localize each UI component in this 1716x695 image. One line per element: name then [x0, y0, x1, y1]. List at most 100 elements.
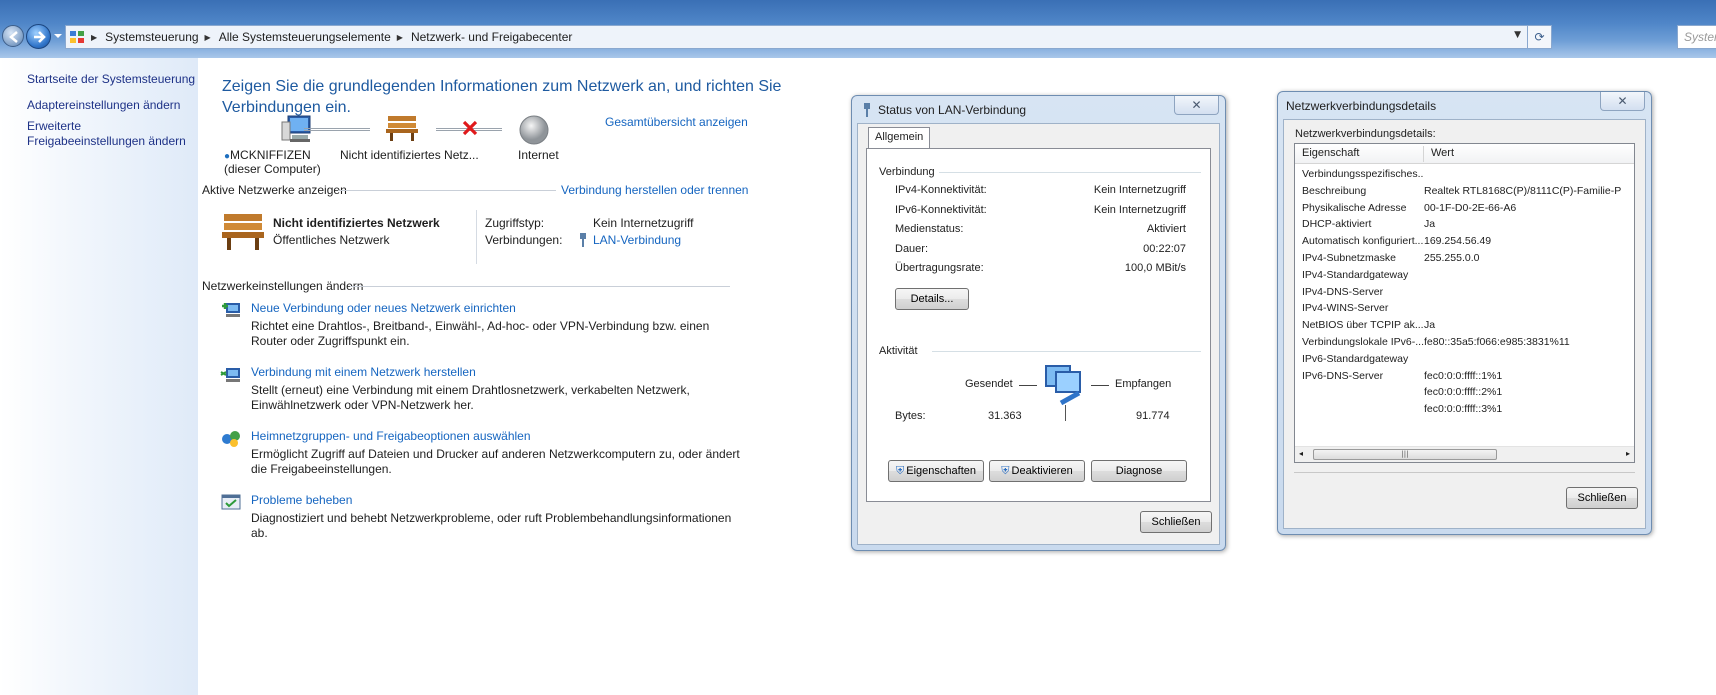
close-dialog-button[interactable]: Schließen: [1140, 511, 1212, 533]
horizontal-scrollbar[interactable]: ◂ ||| ▸: [1295, 446, 1634, 462]
details-button[interactable]: Details...: [895, 288, 969, 310]
list-item[interactable]: IPv4-DNS-Server: [1302, 286, 1424, 302]
arrow-right-icon: [34, 31, 46, 43]
divider: [350, 286, 730, 287]
property-name: Verbindungsspezifisches...: [1302, 168, 1424, 180]
sidebar-item-home[interactable]: Startseite der Systemsteuerung: [27, 72, 195, 87]
list-item[interactable]: fec0:0:0:ffff::2%1: [1302, 386, 1502, 402]
list-item[interactable]: IPv4-WINS-Server: [1302, 302, 1424, 318]
list-item[interactable]: fec0:0:0:ffff::3%1: [1302, 403, 1502, 419]
property-name: Automatisch konfiguriert...: [1302, 235, 1424, 248]
list-item[interactable]: IPv6-Standardgateway: [1302, 353, 1424, 369]
divider: [338, 190, 556, 191]
sidebar-item-sharing-settings[interactable]: Erweiterte Freigabeeinstellungen ändern: [27, 119, 197, 149]
tab-panel: Verbindung IPv4-Konnektivität: Kein Inte…: [866, 148, 1211, 502]
list-item[interactable]: DHCP-aktiviert Ja: [1302, 218, 1435, 234]
divider: [1091, 385, 1109, 386]
close-dialog-button[interactable]: Schließen: [1566, 487, 1638, 509]
bench-icon[interactable]: [384, 114, 420, 142]
breadcrumb[interactable]: ▶ Systemsteuerung ▶ Alle Systemsteuerung…: [65, 25, 1552, 49]
row-value: Kein Internetzugriff: [1093, 204, 1186, 216]
task-new-connection[interactable]: Neue Verbindung oder neues Netzwerk einr…: [251, 301, 516, 315]
list-item[interactable]: NetBIOS über TCPIP ak...Ja: [1302, 319, 1435, 335]
network-type-link[interactable]: Öffentliches Netzwerk: [273, 233, 390, 247]
close-button[interactable]: ✕: [1174, 96, 1219, 115]
connect-disconnect-link[interactable]: Verbindung herstellen oder trennen: [561, 183, 748, 197]
row-label: IPv6-Konnektivität:: [895, 204, 987, 216]
chevron-right-icon[interactable]: ▶: [397, 33, 403, 42]
connect-network-icon: [220, 368, 240, 382]
task-troubleshoot[interactable]: Probleme beheben: [251, 493, 352, 507]
property-name: IPv6-DNS-Server: [1302, 369, 1384, 382]
list-item[interactable]: Verbindungsspezifisches...: [1302, 168, 1424, 184]
diagnose-button[interactable]: Diagnose: [1091, 460, 1187, 482]
scroll-left-icon[interactable]: ◂: [1299, 449, 1303, 458]
task-connect-network[interactable]: Verbindung mit einem Netzwerk herstellen: [251, 365, 476, 379]
row-value: Kein Internetzugriff: [1093, 184, 1186, 196]
property-name: DHCP-aktiviert: [1302, 218, 1372, 231]
connection-details-dialog: Netzwerkverbindungsdetails ✕ Netzwerkver…: [1277, 91, 1652, 535]
shield-icon: ⛨: [896, 464, 905, 477]
divider: [939, 172, 1201, 173]
divider: [1065, 405, 1066, 421]
disable-button[interactable]: ⛨ Deaktivieren: [989, 460, 1085, 482]
list-item[interactable]: Physikalische Adresse 00-1F-D0-2E-66-A6: [1302, 202, 1516, 218]
column-divider[interactable]: [1423, 146, 1424, 162]
breadcrumb-item[interactable]: Systemsteuerung: [105, 30, 198, 44]
list-item[interactable]: Automatisch konfiguriert...169.254.56.49: [1302, 235, 1491, 251]
scrollbar-thumb[interactable]: |||: [1313, 449, 1497, 460]
lan-connection-link[interactable]: LAN-Verbindung: [593, 233, 681, 247]
search-input[interactable]: Systemsteuerung durchsuchen: [1677, 25, 1716, 49]
sidebar: Startseite der Systemsteuerung Adapterei…: [0, 58, 198, 695]
homegroup-icon: [222, 431, 240, 447]
property-value: 255.255.0.0: [1424, 252, 1480, 264]
breadcrumb-item[interactable]: Netzwerk- und Freigabecenter: [411, 30, 572, 44]
connection-line: [304, 128, 370, 131]
full-map-link[interactable]: Gesamtübersicht anzeigen: [605, 115, 748, 129]
column-header-property[interactable]: Eigenschaft: [1302, 147, 1359, 159]
property-value: fec0:0:0:ffff::1%1: [1424, 369, 1503, 382]
refresh-icon: ⟳: [1534, 30, 1545, 44]
column-header-value[interactable]: Wert: [1431, 147, 1454, 159]
details-list[interactable]: Eigenschaft Wert Verbindungsspezifisches…: [1294, 143, 1635, 463]
sidebar-item-adapter-settings[interactable]: Adaptereinstellungen ändern: [27, 98, 180, 113]
scroll-right-icon[interactable]: ▸: [1626, 449, 1630, 458]
dialog-body: Netzwerkverbindungsdetails: Eigenschaft …: [1283, 119, 1646, 529]
globe-icon[interactable]: [518, 114, 550, 146]
lan-status-dialog: Status von LAN-Verbindung ✕ Allgemein Ve…: [851, 95, 1226, 551]
list-item[interactable]: Beschreibung Realtek RTL8168C(P)/8111C(P)…: [1302, 185, 1621, 201]
close-icon: ✕: [1617, 94, 1628, 108]
bytes-label: Bytes:: [895, 410, 926, 422]
list-item[interactable]: IPv6-DNS-Server fec0:0:0:ffff::1%1: [1302, 370, 1502, 386]
shield-icon: ⛨: [1001, 464, 1010, 477]
divider: [1019, 385, 1037, 386]
task-homegroup[interactable]: Heimnetzgruppen- und Freigabeoptionen au…: [251, 429, 531, 443]
property-value: Ja: [1424, 319, 1436, 332]
list-item[interactable]: IPv4-Standardgateway: [1302, 269, 1424, 285]
property-value: fe80::35a5:f066:e985:3831%11: [1424, 336, 1570, 348]
chevron-right-icon[interactable]: ▶: [205, 33, 211, 42]
close-icon: ✕: [1191, 98, 1202, 112]
properties-button[interactable]: ⛨ Eigenschaften: [888, 460, 984, 482]
row-label: Übertragungsrate:: [895, 262, 984, 274]
recent-pages-dropdown[interactable]: [54, 32, 62, 40]
chevron-right-icon[interactable]: ▶: [91, 33, 97, 42]
divider: [1294, 472, 1635, 473]
list-item[interactable]: IPv4-Subnetzmaske 255.255.0.0: [1302, 252, 1479, 268]
breadcrumb-item[interactable]: Alle Systemsteuerungselemente: [219, 30, 391, 44]
back-button[interactable]: [2, 25, 24, 47]
new-connection-icon: [222, 303, 240, 317]
property-value: fec0:0:0:ffff::2%1: [1424, 386, 1503, 399]
details-caption: Netzwerkverbindungsdetails:: [1295, 128, 1436, 140]
tab-general[interactable]: Allgemein: [868, 127, 931, 149]
forward-button[interactable]: [26, 24, 51, 49]
list-item[interactable]: Verbindungslokale IPv6-...fe80::35a5:f06…: [1302, 336, 1570, 352]
property-name: IPv4-Subnetzmaske: [1302, 252, 1396, 264]
close-button[interactable]: ✕: [1600, 92, 1645, 111]
chevron-down-icon[interactable]: ▼: [1514, 30, 1521, 40]
task-desc: Diagnostiziert und behebt Netzwerkproble…: [251, 511, 732, 540]
bench-icon[interactable]: [220, 212, 266, 252]
section-title: Netzwerkeinstellungen ändern: [202, 279, 364, 293]
row-label: Dauer:: [895, 243, 929, 255]
refresh-button[interactable]: ⟳: [1527, 26, 1551, 48]
